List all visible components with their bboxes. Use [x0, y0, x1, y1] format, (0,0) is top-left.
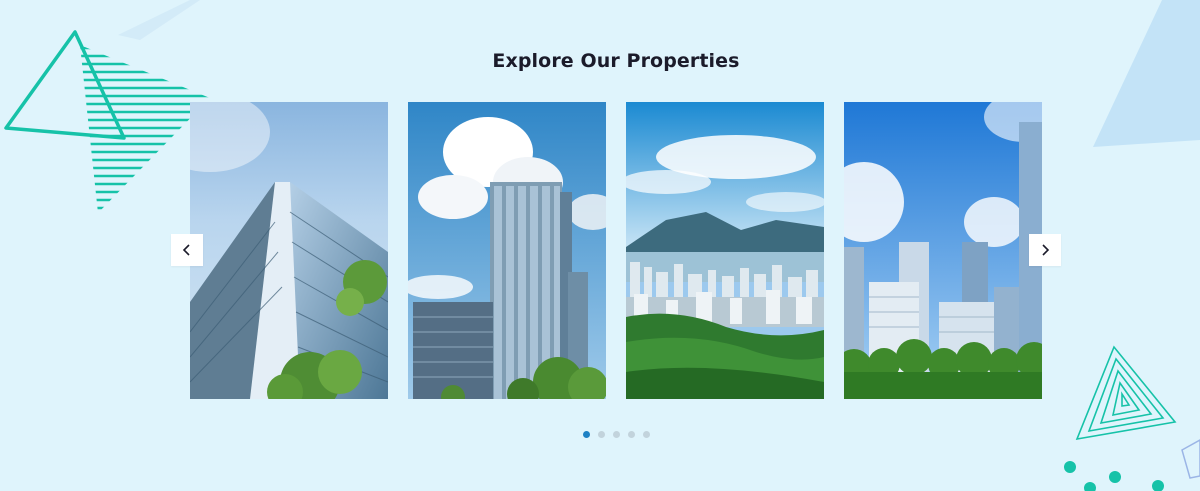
carousel-dot-2[interactable]	[598, 431, 605, 438]
carousel-dot-3[interactable]	[613, 431, 620, 438]
carousel-dot-1[interactable]	[583, 431, 590, 438]
decorative-nested-triangle-right	[1075, 345, 1177, 441]
carousel-dot-5[interactable]	[643, 431, 650, 438]
decorative-outline-shape-corner	[1181, 439, 1200, 479]
carousel-next-button[interactable]	[1029, 234, 1061, 266]
decorative-dots-bottom-right	[1064, 461, 1164, 491]
decorative-faint-shape-top	[118, 0, 200, 40]
property-image-city-mountain	[626, 102, 824, 399]
carousel-dot-4[interactable]	[628, 431, 635, 438]
property-carousel[interactable]	[190, 102, 1042, 399]
decorative-blue-triangle-right	[1093, 0, 1200, 147]
property-image-business-district	[844, 102, 1042, 399]
property-image-glass-tower	[190, 102, 388, 399]
chevron-left-icon	[182, 244, 190, 256]
property-card-business-district[interactable]	[844, 102, 1042, 399]
property-card-glass-tower[interactable]	[190, 102, 388, 399]
carousel-pagination	[583, 431, 650, 438]
carousel-prev-button[interactable]	[171, 234, 203, 266]
property-card-skyscraper-clouds[interactable]	[408, 102, 606, 399]
chevron-right-icon	[1042, 244, 1050, 256]
property-image-skyscraper-clouds	[408, 102, 606, 399]
property-card-city-mountain[interactable]	[626, 102, 824, 399]
section-title: Explore Our Properties	[492, 50, 740, 72]
